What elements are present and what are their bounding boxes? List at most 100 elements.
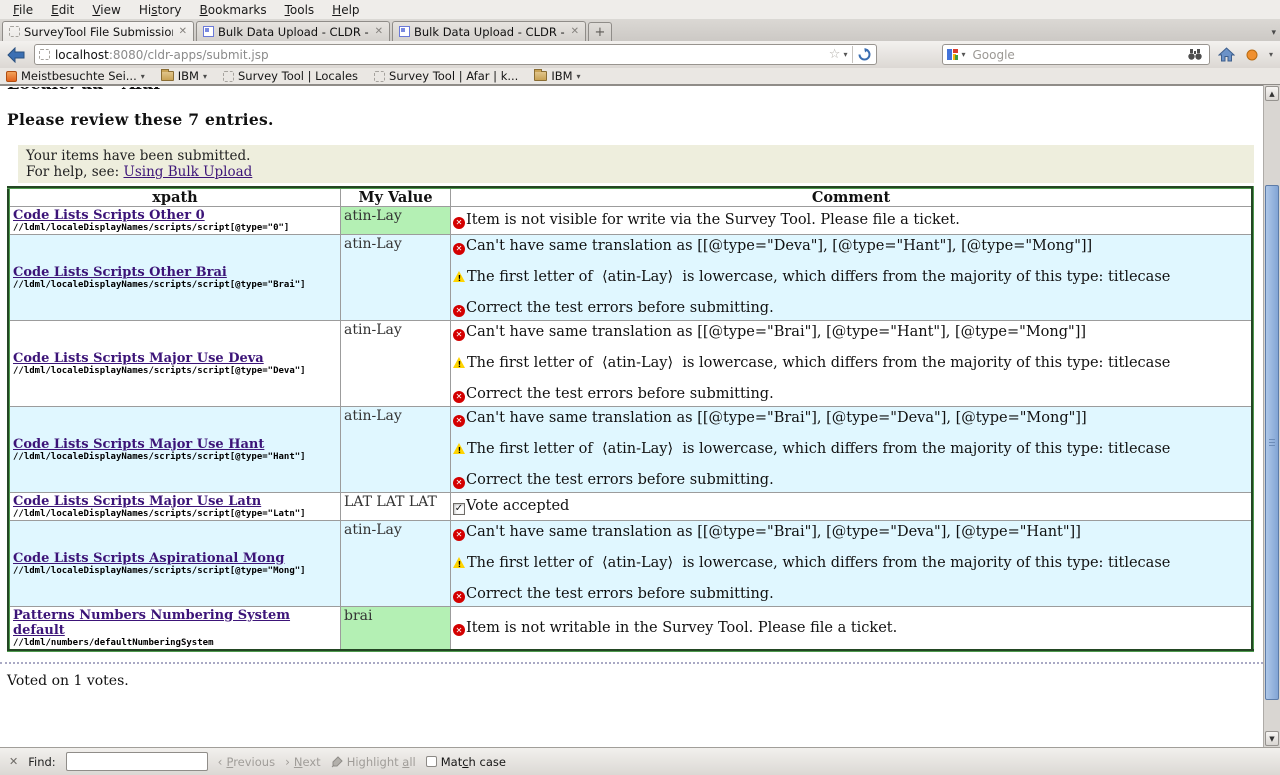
column-header-comment: Comment <box>451 188 1253 207</box>
google-engine-icon[interactable] <box>947 49 958 60</box>
error-icon: ✕ <box>453 391 465 403</box>
bookmark-star-icon[interactable]: ☆ <box>829 48 841 61</box>
table-header-row: xpath My Value Comment <box>9 188 1253 207</box>
divider <box>852 46 853 63</box>
urlbar-dropdown-icon[interactable]: ▾ <box>840 50 850 59</box>
home-button[interactable] <box>1215 47 1238 62</box>
menu-tools[interactable]: Tools <box>276 1 324 19</box>
bookmark-label: Meistbesuchte Sei... <box>21 69 137 83</box>
menu-edit[interactable]: Edit <box>42 1 83 19</box>
warning-icon <box>453 442 466 454</box>
bookmark-label: Survey Tool | Locales <box>238 69 358 83</box>
comment-cell: ✕Can't have same translation as [[@type=… <box>451 235 1253 321</box>
bookmark-most-visited[interactable]: Meistbesuchte Sei... ▾ <box>6 69 145 83</box>
chevron-down-icon: ▾ <box>577 72 581 81</box>
comment-text: Item is not visible for write via the Su… <box>466 212 960 228</box>
comment-text: Can't have same translation as [[@type="… <box>466 324 1086 340</box>
addon-button[interactable] <box>1243 49 1261 61</box>
comment-line: ✕Correct the test errors before submitti… <box>453 471 1249 490</box>
xpath-cell: Patterns Numbers Numbering System defaul… <box>9 607 341 651</box>
error-icon: ✕ <box>453 415 465 427</box>
table-row: Code Lists Scripts Aspirational Mong//ld… <box>9 521 1253 607</box>
table-row: Code Lists Scripts Major Use Latn//ldml/… <box>9 493 1253 521</box>
missing-favicon-icon <box>374 71 385 82</box>
find-next-button[interactable]: ›Next <box>285 755 321 769</box>
comment-text: Correct the test errors before submittin… <box>466 300 774 316</box>
xpath-link[interactable]: Code Lists Scripts Major Use Hant <box>13 437 264 452</box>
bookmark-folder-ibm-2[interactable]: IBM ▾ <box>534 69 580 83</box>
find-previous-button[interactable]: ‹Previous <box>218 755 275 769</box>
xpath-link[interactable]: Code Lists Scripts Aspirational Mong <box>13 551 284 566</box>
xpath-link[interactable]: Code Lists Scripts Major Use Latn <box>13 494 261 509</box>
comment-line: ✕Correct the test errors before submitti… <box>453 585 1249 604</box>
xpath-link[interactable]: Code Lists Scripts Major Use Deva <box>13 351 264 366</box>
xpath-link[interactable]: Code Lists Scripts Other 0 <box>13 208 205 223</box>
bookmark-folder-ibm-1[interactable]: IBM ▾ <box>161 69 207 83</box>
toolbar-overflow-icon[interactable]: ▾ <box>1266 50 1276 59</box>
table-row: Code Lists Scripts Major Use Deva//ldml/… <box>9 321 1253 407</box>
comment-text: The first letter of ⟨atin-Lay⟩ is lowerc… <box>467 269 1170 285</box>
warning-icon <box>453 356 466 368</box>
submission-notice: Your items have been submitted. For help… <box>18 145 1254 183</box>
reload-button[interactable] <box>855 48 874 61</box>
tab-close-icon[interactable]: ✕ <box>569 26 579 37</box>
menu-help[interactable]: Help <box>323 1 368 19</box>
bookmark-survey-tool-afar[interactable]: Survey Tool | Afar | k... <box>374 69 518 83</box>
comment-line: The first letter of ⟨atin-Lay⟩ is lowerc… <box>453 554 1249 573</box>
table-row: Code Lists Scripts Other Brai//ldml/loca… <box>9 235 1253 321</box>
scroll-down-button[interactable]: ▼ <box>1265 731 1279 746</box>
comment-text: Correct the test errors before submittin… <box>466 386 774 402</box>
search-go-button[interactable] <box>1185 49 1205 60</box>
new-tab-button[interactable]: + <box>588 22 612 41</box>
url-bar[interactable]: localhost:8080/cldr-apps/submit.jsp ☆ ▾ <box>34 44 878 65</box>
search-bar[interactable]: ▾ Google <box>942 44 1210 65</box>
menu-history[interactable]: History <box>130 1 191 19</box>
tab-bulk-data-upload-2[interactable]: Bulk Data Upload - CLDR - Un... ✕ <box>392 21 586 41</box>
comment-line: ✕Can't have same translation as [[@type=… <box>453 523 1249 542</box>
url-path: :8080/cldr-apps/submit.jsp <box>109 48 269 62</box>
xpath-string: //ldml/numbers/defaultNumberingSystem <box>13 638 337 648</box>
using-bulk-upload-link[interactable]: Using Bulk Upload <box>123 164 252 180</box>
xpath-string: //ldml/localeDisplayNames/scripts/script… <box>13 452 337 462</box>
menu-bookmarks[interactable]: Bookmarks <box>191 1 276 19</box>
error-icon: ✕ <box>453 217 465 229</box>
bookmark-survey-tool-locales[interactable]: Survey Tool | Locales <box>223 69 358 83</box>
menu-view[interactable]: View <box>83 1 129 19</box>
find-input[interactable] <box>66 752 208 771</box>
highlight-all-button[interactable]: Highlight all <box>331 755 416 769</box>
checkbox-icon[interactable]: ✓ <box>453 503 465 515</box>
my-value-cell: LAT LAT LAT <box>341 493 451 521</box>
table-row: Patterns Numbers Numbering System defaul… <box>9 607 1253 651</box>
table-row: Code Lists Scripts Major Use Hant//ldml/… <box>9 407 1253 493</box>
cldr-favicon-icon <box>203 26 214 37</box>
tab-title: SurveyTool File Submission | ... <box>24 25 173 39</box>
match-case-checkbox[interactable]: Match case <box>426 755 506 769</box>
menu-file[interactable]: File <box>4 1 42 19</box>
my-value-cell: atin-Lay <box>341 321 451 407</box>
xpath-link[interactable]: Patterns Numbers Numbering System defaul… <box>13 608 290 638</box>
list-all-tabs-icon[interactable]: ▾ <box>1271 28 1276 38</box>
clipped-locale-heading: Locale: aa - Afar <box>7 87 1263 97</box>
xpath-cell: Code Lists Scripts Major Use Latn//ldml/… <box>9 493 341 521</box>
scroll-up-button[interactable]: ▲ <box>1265 86 1279 101</box>
tab-close-icon[interactable]: ✕ <box>373 26 383 37</box>
vertical-scrollbar[interactable]: ▲ ▼ <box>1263 85 1280 747</box>
bookmark-label: IBM <box>178 69 199 83</box>
search-engine-dropdown-icon[interactable]: ▾ <box>958 50 968 59</box>
comment-text: The first letter of ⟨atin-Lay⟩ is lowerc… <box>467 441 1170 457</box>
error-icon: ✕ <box>453 477 465 489</box>
tab-close-icon[interactable]: ✕ <box>177 26 187 37</box>
page-favicon-placeholder-icon <box>39 49 50 60</box>
error-icon: ✕ <box>453 529 465 541</box>
xpath-cell: Code Lists Scripts Aspirational Mong//ld… <box>9 521 341 607</box>
find-close-icon[interactable]: ✕ <box>9 755 18 768</box>
tab-bulk-data-upload-1[interactable]: Bulk Data Upload - CLDR - Un... ✕ <box>196 21 390 41</box>
tab-surveytool-file-submission[interactable]: SurveyTool File Submission | ... ✕ <box>2 21 194 41</box>
checkbox-icon[interactable] <box>426 756 437 767</box>
xpath-link[interactable]: Code Lists Scripts Other Brai <box>13 265 227 280</box>
voted-status: Voted on 1 votes. <box>7 673 1263 689</box>
missing-favicon-icon <box>223 71 234 82</box>
my-value-cell: atin-Lay <box>341 407 451 493</box>
scrollbar-thumb[interactable] <box>1265 185 1279 700</box>
back-button[interactable] <box>4 43 29 66</box>
